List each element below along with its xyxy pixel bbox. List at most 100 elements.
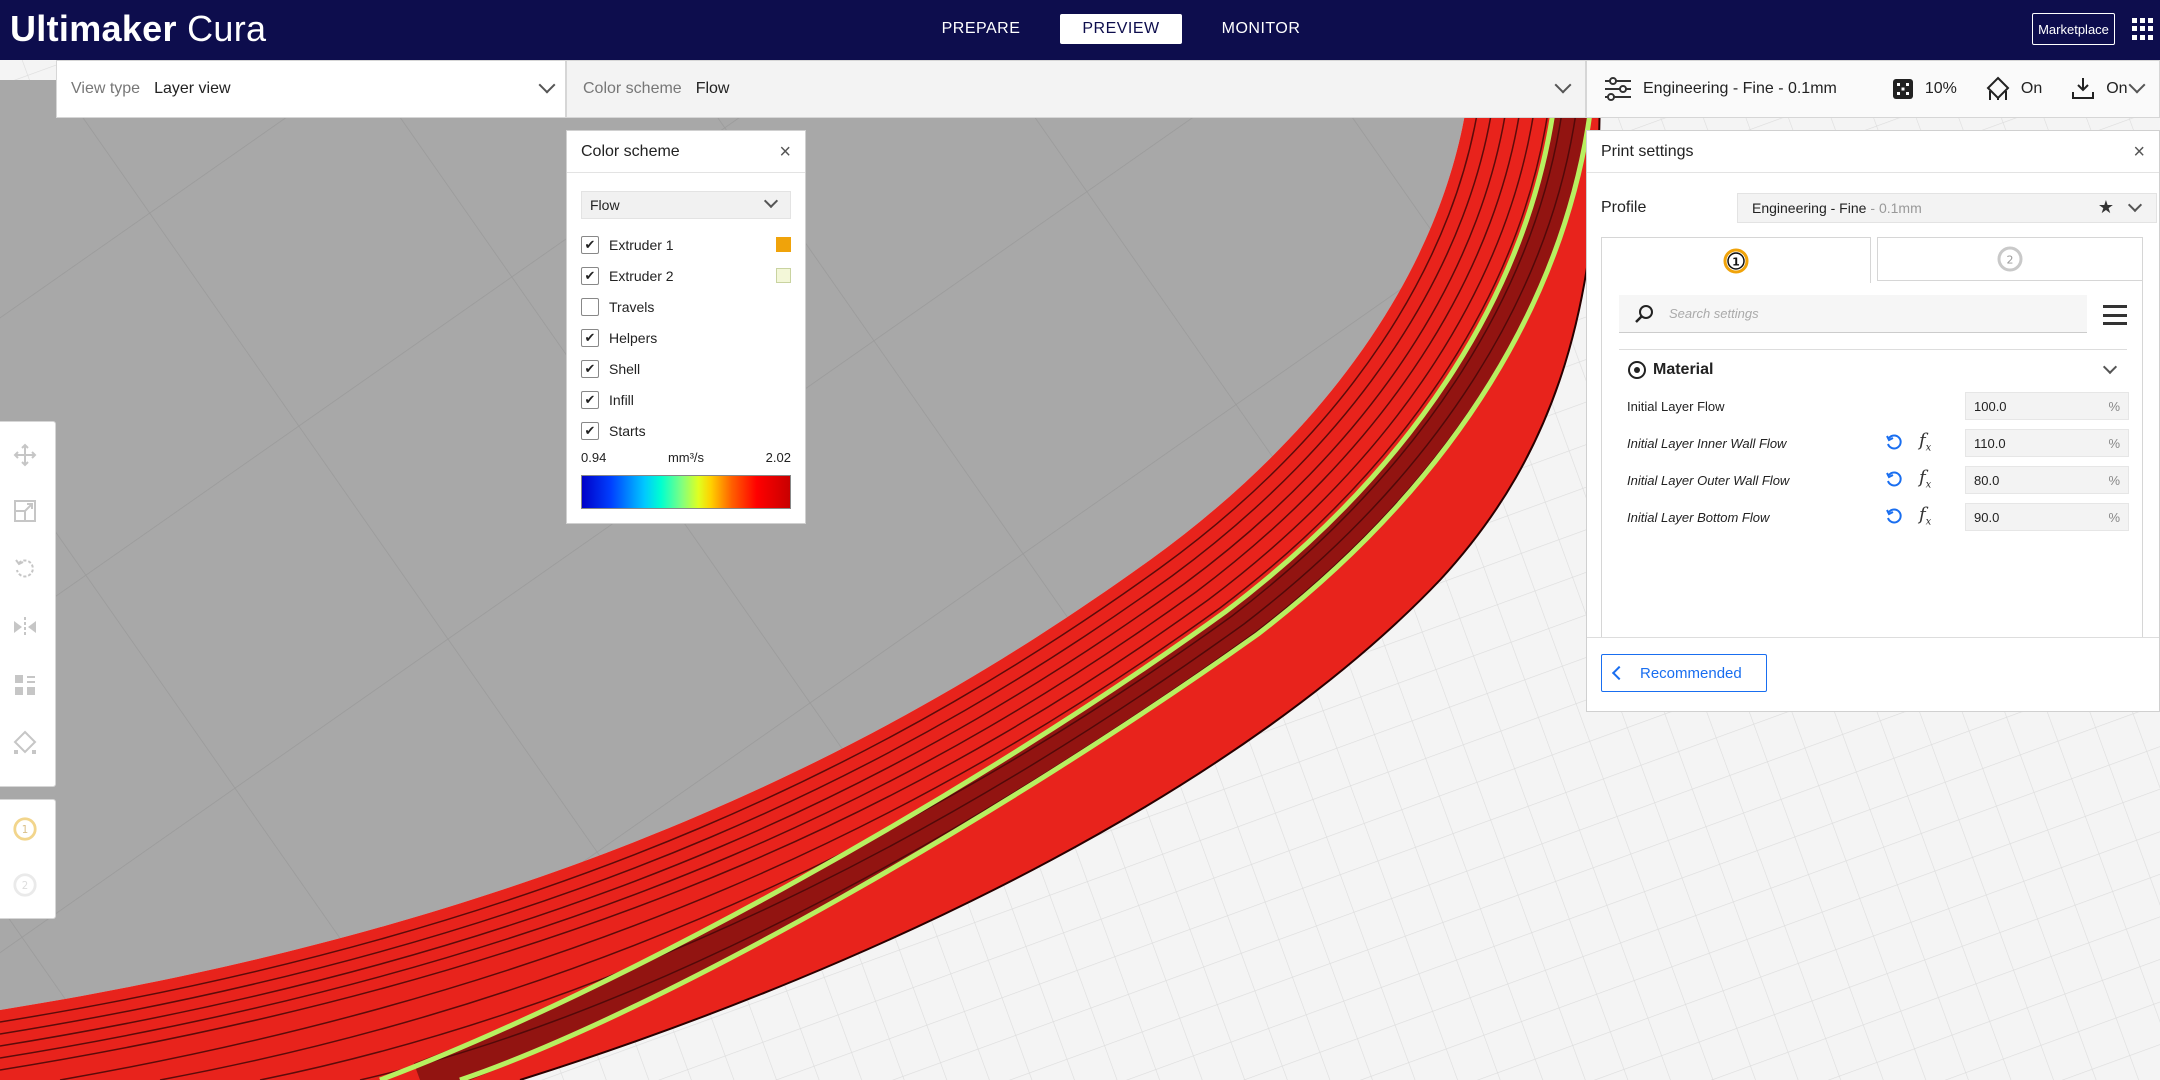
extruder-2-icon: 2 bbox=[13, 873, 37, 897]
checkbox-shell[interactable]: ✔ Shell bbox=[567, 353, 805, 384]
checkbox-label: Travels bbox=[609, 298, 655, 315]
tab-monitor[interactable]: MONITOR bbox=[1200, 14, 1322, 44]
checkbox-label: Shell bbox=[609, 360, 641, 377]
print-settings-panel: Print settings × Profile Engineering - F… bbox=[1586, 130, 2160, 712]
view-type-dropdown[interactable]: View type Layer view bbox=[56, 60, 566, 118]
profile-name: Engineering - Fine bbox=[1752, 200, 1867, 216]
checkbox-travels[interactable]: Travels bbox=[567, 291, 805, 322]
support-summary[interactable]: On bbox=[1985, 76, 2042, 102]
setting-value-input[interactable]: 80.0 % bbox=[1965, 466, 2129, 494]
recommended-button[interactable]: Recommended bbox=[1601, 654, 1767, 692]
checkbox-label: Extruder 2 bbox=[609, 267, 674, 284]
reset-icon[interactable] bbox=[1885, 508, 1903, 526]
extruder-1-icon: 1 bbox=[13, 817, 37, 841]
check-icon[interactable]: ✔ bbox=[581, 421, 599, 440]
checkbox-helpers[interactable]: ✔ Helpers bbox=[567, 322, 805, 353]
setting-name: Initial Layer Inner Wall Flow bbox=[1627, 435, 1787, 451]
settings-menu-icon[interactable] bbox=[2103, 305, 2127, 325]
profile-row: Profile Engineering - Fine - 0.1mm ★ bbox=[1601, 193, 2157, 223]
extruder-1-button[interactable]: 1 bbox=[12, 816, 38, 842]
rotate-icon bbox=[15, 559, 34, 578]
reset-icon[interactable] bbox=[1885, 434, 1903, 452]
check-icon[interactable]: ✔ bbox=[581, 328, 599, 347]
extruder-2-swatch bbox=[776, 268, 791, 283]
print-profile-summary[interactable]: Engineering - Fine - 0.1mm bbox=[1603, 76, 1837, 102]
move-tool[interactable] bbox=[12, 442, 38, 468]
rotate-tool[interactable] bbox=[12, 556, 38, 582]
close-icon[interactable]: × bbox=[779, 141, 791, 164]
check-icon[interactable]: ✔ bbox=[581, 359, 599, 378]
formula-icon[interactable]: fx bbox=[1919, 504, 1931, 528]
setting-unit: % bbox=[2108, 435, 2120, 451]
tab-preview[interactable]: PREVIEW bbox=[1060, 14, 1182, 44]
extruder-2-number: 2 bbox=[2007, 254, 2014, 267]
setting-value: 100.0 bbox=[1974, 398, 2007, 414]
formula-icon[interactable]: fx bbox=[1919, 467, 1931, 491]
color-scheme-panel: Color scheme × Flow ✔ Extruder 1 ✔ Extru… bbox=[566, 130, 806, 524]
category-material[interactable]: Material bbox=[1619, 349, 2127, 389]
checkbox-label: Starts bbox=[609, 422, 646, 439]
apps-grid-icon[interactable] bbox=[2132, 18, 2154, 40]
tab-prepare[interactable]: PREPARE bbox=[920, 14, 1042, 44]
setting-unit: % bbox=[2108, 398, 2120, 414]
tab-extruder-2[interactable]: 2 bbox=[1877, 237, 2143, 281]
setting-row: Initial Layer Flow 100.0 % bbox=[1627, 391, 2129, 421]
mirror-icon bbox=[14, 617, 36, 637]
settings-sliders-icon bbox=[1605, 77, 1631, 101]
formula-icon[interactable]: fx bbox=[1919, 430, 1931, 454]
setting-value: 110.0 bbox=[1974, 435, 2006, 451]
tab-extruder-1[interactable]: 1 bbox=[1601, 237, 1871, 283]
checkbox-extruder-2[interactable]: ✔ Extruder 2 bbox=[567, 260, 805, 291]
extruder-2-button[interactable]: 2 bbox=[12, 872, 38, 898]
search-settings-input[interactable]: Search settings bbox=[1619, 295, 2087, 333]
checkbox-label: Extruder 1 bbox=[609, 236, 674, 253]
checkbox-extruder-1[interactable]: ✔ Extruder 1 bbox=[567, 229, 805, 260]
infill-summary[interactable]: 10% bbox=[1891, 77, 1957, 101]
close-icon[interactable]: × bbox=[2133, 141, 2145, 164]
checkbox-label: Helpers bbox=[609, 329, 658, 346]
adhesion-summary[interactable]: On bbox=[2070, 76, 2128, 102]
setting-unit: % bbox=[2108, 509, 2120, 525]
extruder-1-icon: 1 bbox=[1723, 248, 1749, 273]
marketplace-button[interactable]: Marketplace bbox=[2032, 13, 2115, 45]
checkbox-empty[interactable] bbox=[581, 297, 599, 316]
extruder-2-icon: 2 bbox=[1997, 246, 2023, 272]
chevron-down-icon[interactable] bbox=[2128, 76, 2146, 94]
star-icon[interactable]: ★ bbox=[2098, 197, 2114, 218]
checkbox-infill[interactable]: ✔ Infill bbox=[567, 384, 805, 415]
color-scheme-dropdown[interactable]: Color scheme Flow bbox=[566, 60, 1586, 118]
setting-name: Initial Layer Bottom Flow bbox=[1627, 509, 1770, 525]
setting-value-input[interactable]: 90.0 % bbox=[1965, 503, 2129, 531]
color-scheme-select[interactable]: Flow bbox=[581, 191, 791, 219]
view-type-label: View type bbox=[71, 80, 141, 97]
chevron-down-icon bbox=[763, 193, 779, 209]
profile-suffix: - 0.1mm bbox=[1870, 200, 1922, 216]
setting-value-input[interactable]: 100.0 % bbox=[1965, 392, 2129, 420]
mirror-tool[interactable] bbox=[12, 614, 38, 640]
checkbox-starts[interactable]: ✔ Starts bbox=[567, 415, 805, 446]
support-blocker-tool[interactable] bbox=[12, 730, 38, 756]
app-logo: Ultimaker Cura bbox=[10, 8, 267, 49]
extruder-1-swatch bbox=[776, 237, 791, 252]
extruder-buttons: 1 2 bbox=[0, 799, 56, 919]
tool-panel bbox=[0, 421, 56, 787]
check-icon[interactable]: ✔ bbox=[581, 235, 599, 254]
scale-tool[interactable] bbox=[12, 498, 38, 524]
color-scheme-panel-title: Color scheme bbox=[581, 142, 680, 160]
adhesion-value: On bbox=[2106, 80, 2128, 97]
support-blocker-icon bbox=[13, 730, 37, 754]
category-label: Material bbox=[1653, 360, 1714, 378]
per-model-settings-tool[interactable] bbox=[12, 672, 38, 698]
check-icon[interactable]: ✔ bbox=[581, 390, 599, 409]
setting-unit: % bbox=[2108, 472, 2120, 488]
profile-select[interactable]: Engineering - Fine - 0.1mm ★ bbox=[1737, 193, 2157, 223]
setting-row: Initial Layer Inner Wall Flow fx 110.0 % bbox=[1627, 428, 2129, 458]
flow-range-labels: 0.94 mm³/s 2.02 bbox=[567, 446, 805, 465]
color-scheme-value: Flow bbox=[695, 80, 730, 97]
reset-icon[interactable] bbox=[1885, 471, 1903, 489]
check-icon[interactable]: ✔ bbox=[581, 266, 599, 285]
setting-value-input[interactable]: 110.0 % bbox=[1965, 429, 2129, 457]
chevron-down-icon bbox=[1554, 76, 1572, 94]
print-setup-bar[interactable]: Engineering - Fine - 0.1mm 10% On On bbox=[1586, 60, 2160, 118]
chevron-left-icon bbox=[1611, 665, 1627, 681]
